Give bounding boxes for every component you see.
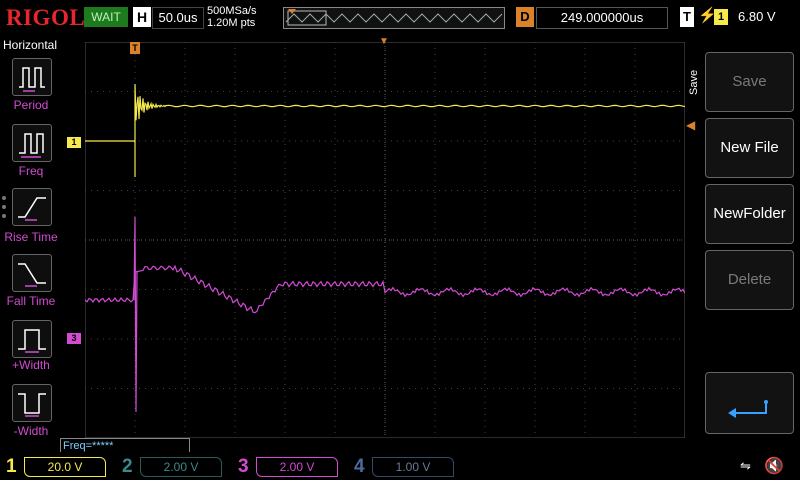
save-button-label: Save — [732, 73, 767, 90]
usb-icon: ⇋ — [740, 458, 751, 473]
return-arrow-icon — [728, 400, 768, 418]
ch1-number: 1 — [6, 456, 17, 477]
delay-label: D — [516, 7, 534, 27]
frequency-icon — [19, 133, 44, 158]
negative-width-icon — [18, 393, 46, 417]
ch1-tab[interactable]: 1 20.0 V — [0, 454, 116, 478]
sample-rate: 500MSa/s — [207, 5, 257, 17]
ch3-spike-overlay — [133, 216, 138, 413]
delay-value[interactable]: 249.000000us — [536, 7, 668, 29]
enter-button[interactable] — [705, 372, 794, 434]
memory-position-bar[interactable] — [283, 7, 505, 29]
brand-logo: RIGOL — [6, 5, 86, 30]
ch3-scale: 2.00 V — [256, 457, 338, 477]
trigger-level-value[interactable]: 6.80 V — [738, 7, 776, 27]
positive-width-icon — [18, 329, 46, 353]
delete-button[interactable]: Delete — [705, 250, 794, 310]
ch1-scale: 20.0 V — [24, 457, 106, 477]
measure-fall-time-label: Fall Time — [6, 294, 56, 308]
fall-time-icon — [18, 263, 46, 287]
memory-waveform-overview — [285, 9, 503, 26]
acquisition-info: 500MSa/s 1.20M pts — [207, 5, 257, 29]
ch3-transient-spike — [133, 216, 138, 413]
save-menu-title: Save — [688, 69, 700, 95]
new-folder-button-label: NewFolder — [713, 205, 786, 222]
new-file-button-label: New File — [720, 139, 779, 156]
measure-period-button[interactable] — [12, 58, 52, 96]
measure-positive-width-label: +Width — [12, 358, 50, 372]
speaker-muted-icon[interactable]: 🔇 — [764, 456, 784, 476]
trigger-label: T — [680, 7, 694, 27]
menu-page-indicator — [2, 196, 6, 223]
measure-freq-label: Freq — [18, 164, 44, 178]
ch4-number: 4 — [354, 456, 365, 477]
page-dot — [2, 196, 6, 200]
measure-negative-width-button[interactable] — [12, 384, 52, 422]
memory-depth: 1.20M pts — [207, 17, 256, 29]
trigger-source-badge: 1 — [714, 9, 728, 25]
ch2-number: 2 — [122, 456, 133, 477]
measure-period-label: Period — [13, 98, 49, 112]
measurement-menu-title: Horizontal — [2, 38, 58, 52]
new-file-button[interactable]: New File — [705, 118, 794, 178]
rise-time-icon — [18, 197, 46, 221]
timebase-value[interactable]: 50.0us — [152, 7, 204, 29]
run-status-badge[interactable]: WAIT — [84, 7, 128, 27]
measure-rise-time-button[interactable] — [12, 188, 52, 226]
measure-positive-width-button[interactable] — [12, 320, 52, 358]
page-dot — [2, 214, 6, 218]
page-dot — [2, 205, 6, 209]
delete-button-label: Delete — [727, 271, 772, 288]
frequency-readout: Freq=***** — [60, 438, 190, 453]
ch2-scale: 2.00 V — [140, 457, 222, 477]
ch3-offset-marker[interactable]: 3 — [67, 333, 81, 344]
ch3-number: 3 — [238, 456, 249, 477]
measure-fall-time-button[interactable] — [12, 254, 52, 292]
ch1-offset-marker[interactable]: 1 — [67, 137, 81, 148]
measure-rise-time-label: Rise Time — [4, 230, 58, 244]
period-icon — [19, 67, 45, 92]
ch3-tab[interactable]: 3 2.00 V — [232, 454, 348, 478]
new-folder-button[interactable]: NewFolder — [705, 184, 794, 244]
ch4-tab[interactable]: 4 1.00 V — [348, 454, 464, 478]
timebase-label: H — [133, 7, 151, 27]
measure-freq-button[interactable] — [12, 124, 52, 162]
ch2-tab[interactable]: 2 2.00 V — [116, 454, 232, 478]
save-button[interactable]: Save — [705, 52, 794, 112]
ch4-scale: 1.00 V — [372, 457, 454, 477]
measure-negative-width-label: -Width — [13, 424, 49, 438]
